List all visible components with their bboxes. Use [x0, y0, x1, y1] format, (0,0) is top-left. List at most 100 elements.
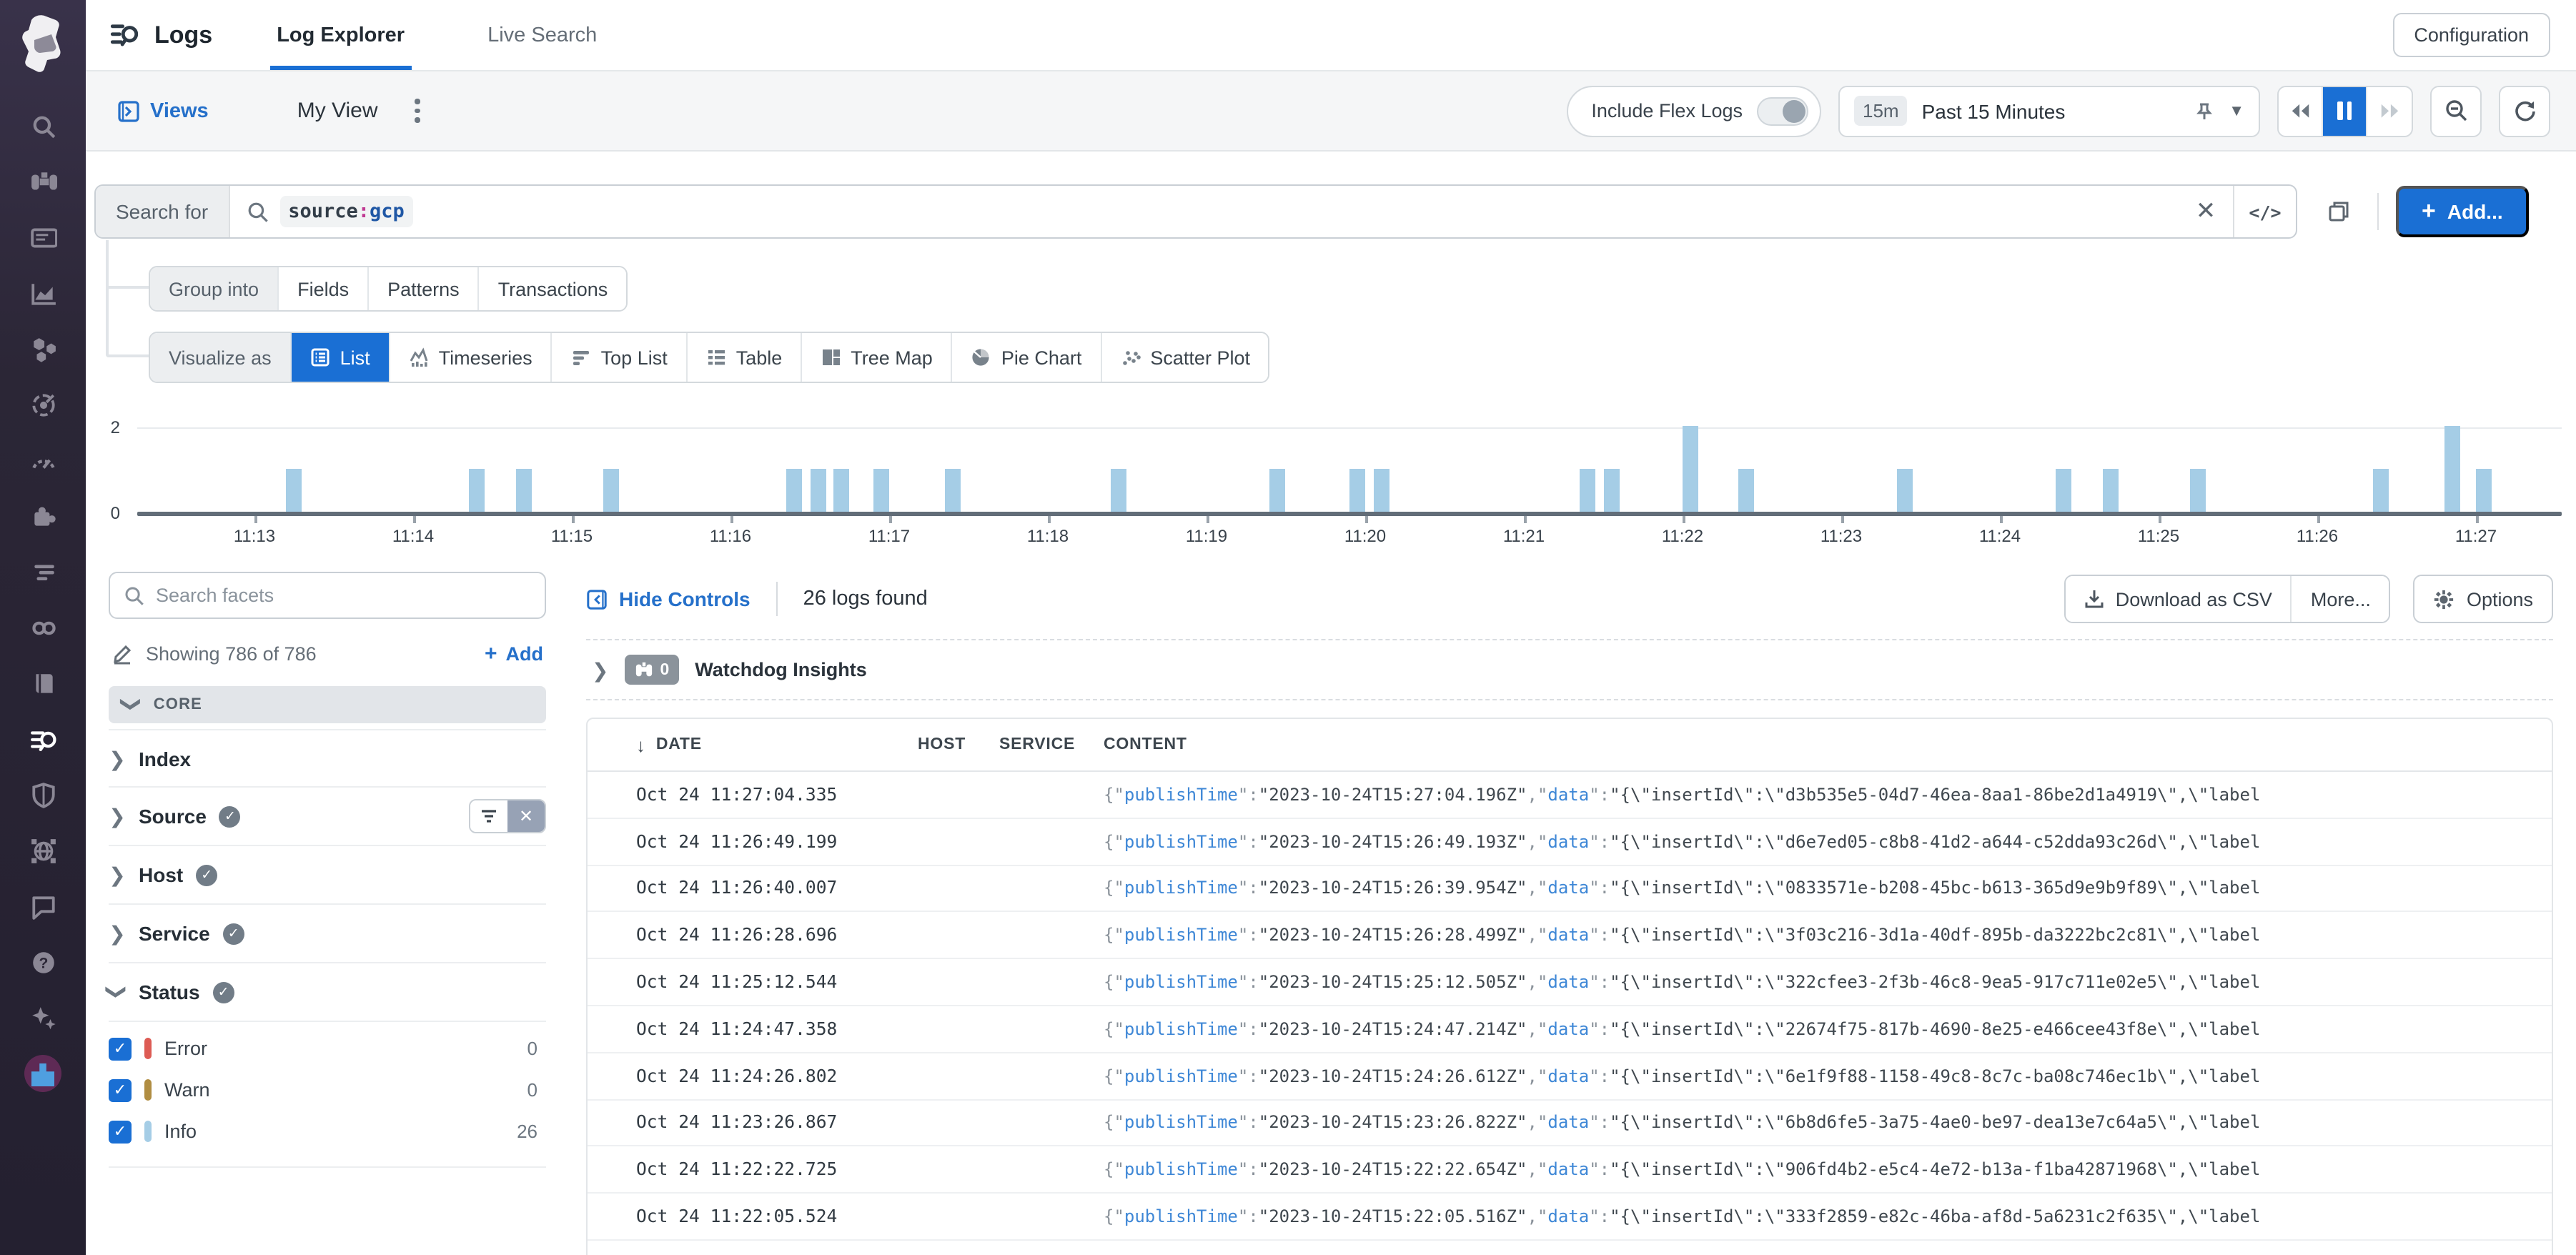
facet-row-host[interactable]: ❯Host✓	[109, 846, 546, 905]
add-facet-button[interactable]: + Add	[485, 642, 543, 666]
histogram-bar[interactable]	[2444, 426, 2460, 512]
log-row[interactable]: Oct 24 11:26:28.696{"publishTime":"2023-…	[588, 913, 2552, 960]
search-input[interactable]: source:gcp	[229, 186, 2179, 237]
histogram-bar[interactable]	[873, 469, 889, 512]
current-view-name[interactable]: My View	[297, 99, 378, 123]
visualize-option-pie-chart[interactable]: Pie Chart	[953, 333, 1102, 382]
column-header-host[interactable]: HOST	[918, 736, 999, 753]
log-volume-histogram[interactable]: 2 0 11:1311:1411:1511:1611:1711:1811:191…	[0, 397, 2576, 562]
tab-log-explorer[interactable]: Log Explorer	[269, 0, 412, 70]
status-value-error[interactable]: ✓Error0	[109, 1028, 546, 1069]
histogram-bar[interactable]	[2103, 469, 2119, 512]
download-csv-button[interactable]: Download as CSV	[2066, 576, 2292, 622]
visualize-option-tree-map[interactable]: Tree Map	[802, 333, 953, 382]
feedback-icon[interactable]	[26, 889, 60, 923]
watchdog-insights-row[interactable]: ❯ 0 Watchdog Insights	[586, 639, 2553, 700]
search-icon[interactable]	[26, 109, 60, 143]
log-row[interactable]: Oct 24 11:24:26.802{"publishTime":"2023-…	[588, 1053, 2552, 1101]
visualize-option-timeseries[interactable]: Timeseries	[390, 333, 553, 382]
histogram-bar[interactable]	[1373, 469, 1389, 512]
log-row[interactable]: Oct 24 11:24:47.358{"publishTime":"2023-…	[588, 1006, 2552, 1053]
dashboards-icon[interactable]	[26, 443, 60, 477]
user-avatar[interactable]	[24, 1055, 61, 1092]
visualize-option-scatter-plot[interactable]: Scatter Plot	[1101, 333, 1269, 382]
log-row[interactable]: Oct 24 11:27:04.335{"publishTime":"2023-…	[588, 772, 2552, 819]
facet-row-status[interactable]: ❯Status✓	[109, 963, 546, 1022]
status-value-info[interactable]: ✓Info26	[109, 1111, 546, 1152]
watchdog-icon[interactable]	[26, 164, 60, 199]
visualize-option-top-list[interactable]: Top List	[553, 333, 688, 382]
status-value-warn[interactable]: ✓Warn0	[109, 1069, 546, 1111]
facet-row-source[interactable]: ❯Source✓✕	[109, 788, 546, 846]
query-token[interactable]: source:gcp	[279, 196, 413, 227]
facet-section-core[interactable]: ❯ CORE	[109, 686, 546, 723]
options-button[interactable]: Options	[2414, 575, 2553, 623]
histogram-bar[interactable]	[833, 469, 849, 512]
histogram-bar[interactable]	[604, 469, 620, 512]
histogram-bar[interactable]	[1111, 469, 1127, 512]
logs-icon[interactable]	[26, 722, 60, 756]
help-icon[interactable]: ?	[26, 945, 60, 979]
chevron-down-icon[interactable]: ▼	[2229, 102, 2244, 119]
histogram-bar[interactable]	[1603, 469, 1619, 512]
fast-forward-button[interactable]	[2367, 86, 2412, 135]
column-header-date[interactable]: ↓ DATE	[636, 734, 918, 755]
add-button[interactable]: + Add...	[2396, 186, 2529, 237]
histogram-bar[interactable]	[287, 469, 302, 512]
more-button[interactable]: More...	[2292, 576, 2389, 622]
histogram-bar[interactable]	[1738, 469, 1754, 512]
histogram-bar[interactable]	[2191, 469, 2206, 512]
histogram-bar[interactable]	[1349, 469, 1365, 512]
hide-controls-button[interactable]: Hide Controls	[586, 587, 750, 610]
flex-logs-toggle[interactable]	[1757, 96, 1808, 125]
histogram-bar[interactable]	[1270, 469, 1286, 512]
histogram-bar[interactable]	[1683, 426, 1698, 512]
time-range-selector[interactable]: 15m Past 15 Minutes ▼	[1838, 85, 2260, 137]
clear-search-icon[interactable]: ✕	[2179, 186, 2233, 237]
ai-assistant-icon[interactable]	[26, 1001, 60, 1035]
copy-icon[interactable]	[2317, 190, 2360, 233]
tab-live-search[interactable]: Live Search	[480, 0, 604, 70]
log-row[interactable]: Oct 24 11:25:12.544{"publishTime":"2023-…	[588, 959, 2552, 1006]
checkbox-checked[interactable]: ✓	[109, 1078, 132, 1101]
group-into-option-patterns[interactable]: Patterns	[369, 267, 480, 310]
facet-search-input[interactable]: Search facets	[109, 572, 546, 619]
log-row[interactable]: Oct 24 11:26:49.199{"publishTime":"2023-…	[588, 819, 2552, 866]
column-header-content[interactable]: CONTENT	[1104, 736, 2552, 753]
code-syntax-toggle[interactable]: </>	[2233, 186, 2296, 237]
facet-row-index[interactable]: ❯Index	[109, 729, 546, 788]
histogram-bar[interactable]	[786, 469, 802, 512]
zoom-out-button[interactable]	[2430, 85, 2482, 137]
group-into-option-fields[interactable]: Fields	[279, 267, 369, 310]
log-row[interactable]: Oct 24 11:22:05.524{"publishTime":"2023-…	[588, 1194, 2552, 1241]
pin-icon[interactable]	[2194, 101, 2214, 121]
filter-icon[interactable]	[470, 800, 507, 832]
datadog-logo[interactable]	[14, 11, 71, 74]
apm-icon[interactable]	[26, 387, 60, 422]
refresh-button[interactable]	[2499, 85, 2550, 137]
network-icon[interactable]	[26, 833, 60, 868]
edit-pencil-icon[interactable]	[112, 643, 133, 665]
ci-icon[interactable]	[26, 610, 60, 645]
notebooks-icon[interactable]	[26, 666, 60, 700]
checkbox-checked[interactable]: ✓	[109, 1037, 132, 1060]
metrics-icon[interactable]	[26, 276, 60, 310]
histogram-bar[interactable]	[810, 469, 826, 512]
views-button[interactable]: Views	[117, 99, 209, 122]
facet-row-service[interactable]: ❯Service✓	[109, 905, 546, 963]
log-row[interactable]: Oct 24 11:23:26.867{"publishTime":"2023-…	[588, 1100, 2552, 1147]
group-into-option-transactions[interactable]: Transactions	[480, 267, 627, 310]
histogram-bar[interactable]	[1897, 469, 1913, 512]
histogram-bar[interactable]	[945, 469, 961, 512]
pause-button[interactable]	[2323, 86, 2367, 135]
visualize-option-table[interactable]: Table	[688, 333, 803, 382]
security-icon[interactable]	[26, 778, 60, 812]
histogram-bar[interactable]	[2056, 469, 2071, 512]
infrastructure-icon[interactable]	[26, 220, 60, 254]
visualize-option-list[interactable]: List	[292, 333, 390, 382]
histogram-bar[interactable]	[2373, 469, 2389, 512]
checkbox-checked[interactable]: ✓	[109, 1120, 132, 1143]
column-header-service[interactable]: SERVICE	[999, 736, 1104, 753]
histogram-bar[interactable]	[2476, 469, 2492, 512]
view-menu-kebab-icon[interactable]	[410, 94, 426, 129]
